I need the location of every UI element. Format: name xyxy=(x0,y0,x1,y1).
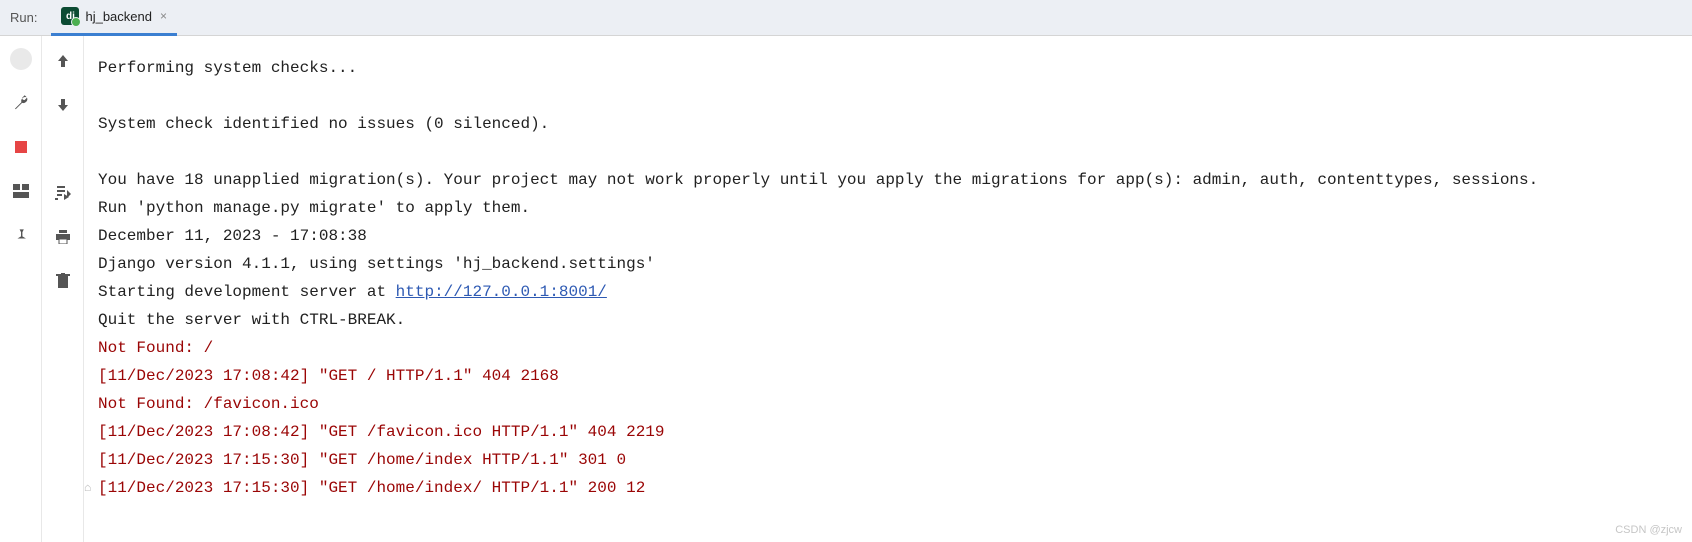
console-line: Not Found: /favicon.ico xyxy=(98,390,1682,418)
run-tab-hj-backend[interactable]: dj hj_backend × xyxy=(51,0,177,36)
console-line: [11/Dec/2023 17:08:42] "GET / HTTP/1.1" … xyxy=(98,362,1682,390)
left-toolbar xyxy=(0,36,42,542)
scroll-up-button[interactable] xyxy=(52,50,74,72)
console-line: Starting development server at http://12… xyxy=(98,278,1682,306)
run-tab-label: hj_backend xyxy=(85,9,152,24)
console-line: Django version 4.1.1, using settings 'hj… xyxy=(98,250,1682,278)
main-area: Performing system checks... System check… xyxy=(0,36,1692,542)
pin-button[interactable] xyxy=(10,224,32,246)
watermark-text: CSDN @zjcw xyxy=(1615,524,1682,536)
django-icon: dj xyxy=(61,7,79,25)
console-line: Quit the server with CTRL-BREAK. xyxy=(98,306,1682,334)
console-output[interactable]: Performing system checks... System check… xyxy=(84,36,1692,542)
scroll-down-button[interactable] xyxy=(52,94,74,116)
console-line xyxy=(98,138,1682,166)
close-icon[interactable]: × xyxy=(160,9,167,23)
scroll-to-end-button[interactable] xyxy=(52,182,74,204)
console-line: Run 'python manage.py migrate' to apply … xyxy=(98,194,1682,222)
console-line: Performing system checks... xyxy=(98,54,1682,82)
wrench-icon[interactable] xyxy=(10,92,32,114)
console-line: [11/Dec/2023 17:15:30] "GET /home/index/… xyxy=(98,474,1682,502)
print-button[interactable] xyxy=(52,226,74,248)
console-toolbar xyxy=(42,36,84,542)
fold-marker-icon[interactable]: ⌂ xyxy=(84,474,91,502)
console-line: System check identified no issues (0 sil… xyxy=(98,110,1682,138)
stop-icon xyxy=(15,141,27,153)
server-url-link[interactable]: http://127.0.0.1:8001/ xyxy=(396,283,607,301)
console-line: December 11, 2023 - 17:08:38 xyxy=(98,222,1682,250)
trash-button[interactable] xyxy=(52,270,74,292)
console-line: [11/Dec/2023 17:15:30] "GET /home/index … xyxy=(98,446,1682,474)
console-line xyxy=(98,82,1682,110)
console-line: Not Found: / xyxy=(98,334,1682,362)
stop-button[interactable] xyxy=(10,136,32,158)
rerun-button[interactable] xyxy=(10,48,32,70)
run-label: Run: xyxy=(10,10,51,25)
layout-button[interactable] xyxy=(10,180,32,202)
run-header-bar: Run: dj hj_backend × xyxy=(0,0,1692,36)
console-line: [11/Dec/2023 17:08:42] "GET /favicon.ico… xyxy=(98,418,1682,446)
console-line: You have 18 unapplied migration(s). Your… xyxy=(98,166,1682,194)
soft-wrap-button[interactable] xyxy=(52,138,74,160)
